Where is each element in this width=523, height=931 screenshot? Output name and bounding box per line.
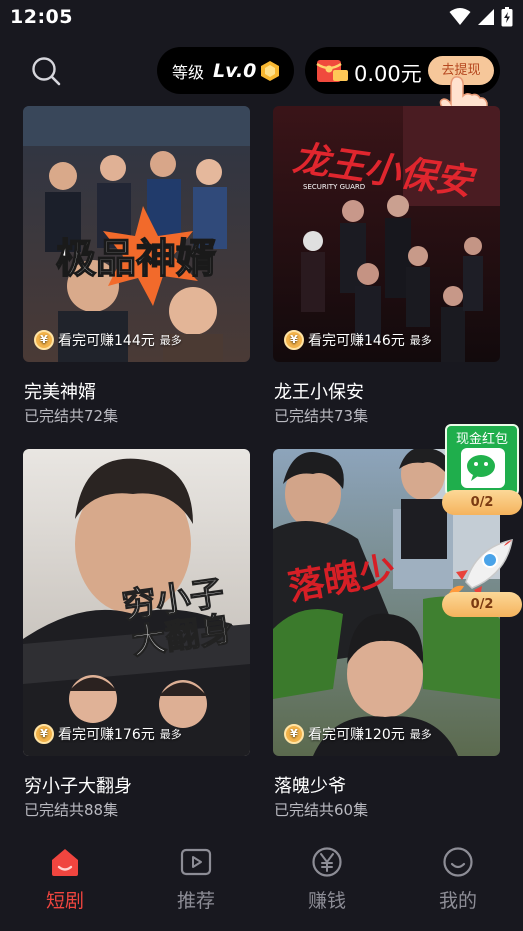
drama-status: 已完结共60集: [274, 801, 369, 819]
nav-item-earn[interactable]: 赚钱: [282, 845, 372, 913]
coin-icon: ¥: [34, 330, 54, 350]
earn-badge: ¥ 看完可赚176元 最多: [34, 723, 182, 745]
drama-card[interactable]: 穷小子 大翻身 ¥ 看完可赚176元 最多 穷小子大翻身 已完结共88集: [23, 449, 250, 819]
search-button[interactable]: [31, 56, 61, 86]
nav-label: 推荐: [176, 890, 215, 912]
earn-badge: ¥ 看完可赚146元 最多: [284, 329, 432, 351]
status-icons: [449, 7, 513, 27]
nav-label: 赚钱: [307, 890, 346, 912]
smile-icon: [443, 847, 473, 877]
bottom-nav: 短剧 推荐 赚钱 我的: [0, 831, 523, 931]
drama-status: 已完结共72集: [24, 407, 119, 425]
wallet-amount: 0.00元: [354, 62, 422, 86]
coin-icon: ¥: [34, 724, 54, 744]
drama-title[interactable]: 完美神婿: [24, 378, 96, 404]
poster-art: 穷小子 大翻身: [23, 449, 250, 756]
drama-card[interactable]: 极品神婿 ¥ 看完可赚144元 最多 完美神婿 已完结共72集: [23, 106, 250, 425]
wifi-icon: [449, 8, 471, 25]
poster-art: 极品神婿: [23, 106, 250, 362]
nav-label: 短剧: [45, 890, 84, 912]
level-badge[interactable]: 等级 Lv.0: [157, 47, 294, 94]
poster-art: 龙王小保安 SECURITY GUARD: [273, 106, 500, 362]
rocket-widget-progress[interactable]: 0/2: [442, 592, 522, 617]
yuan-icon: [312, 847, 342, 877]
drama-poster[interactable]: 龙王小保安 SECURITY GUARD ¥ 看完可赚146元 最多: [273, 106, 500, 362]
drama-poster[interactable]: 穷小子 大翻身 ¥ 看完可赚176元 最多: [23, 449, 250, 756]
home-icon: [52, 849, 78, 876]
hexagon-gem-icon: [261, 60, 280, 81]
coin-icon: ¥: [284, 724, 304, 744]
cash-widget-progress[interactable]: 0/2: [442, 490, 522, 515]
status-bar: 12:05: [0, 0, 523, 38]
signal-icon: [478, 9, 494, 25]
nav-label: 我的: [438, 890, 477, 912]
level-value: Lv.0: [213, 59, 257, 82]
earn-badge: ¥ 看完可赚144元 最多: [34, 329, 182, 351]
search-icon: [32, 57, 61, 86]
drama-title[interactable]: 穷小子大翻身: [24, 772, 132, 798]
coin-icon: ¥: [284, 330, 304, 350]
rocket-icon[interactable]: [446, 538, 518, 598]
poster-title: 极品神婿: [56, 236, 216, 282]
drama-poster[interactable]: 极品神婿 ¥ 看完可赚144元 最多: [23, 106, 250, 362]
earn-text: 看完可赚176元: [58, 727, 155, 743]
level-label: 等级: [172, 62, 205, 82]
nav-item-short-drama[interactable]: 短剧: [20, 845, 110, 913]
red-envelope-icon: [316, 60, 348, 82]
earn-text: 看完可赚120元: [308, 727, 405, 743]
drama-title[interactable]: 龙王小保安: [274, 378, 364, 404]
status-time: 12:05: [10, 6, 73, 28]
drama-status: 已完结共88集: [24, 801, 119, 819]
earn-text: 看完可赚144元: [58, 333, 155, 349]
earn-tag: 最多: [409, 334, 432, 347]
cash-red-packet-widget[interactable]: 现金红包: [445, 424, 519, 496]
drama-status: 已完结共73集: [274, 407, 369, 425]
earn-tag: 最多: [159, 334, 182, 347]
earn-badge: ¥ 看完可赚120元 最多: [284, 723, 432, 745]
wechat-icon: [461, 448, 505, 488]
play-icon: [180, 848, 212, 876]
drama-card[interactable]: 龙王小保安 SECURITY GUARD ¥ 看完可赚146元 最多 龙王小保安…: [273, 106, 500, 425]
nav-item-recommend[interactable]: 推荐: [151, 845, 241, 913]
earn-text: 看完可赚146元: [308, 333, 405, 349]
earn-tag: 最多: [159, 728, 182, 741]
drama-title[interactable]: 落魄少爷: [274, 772, 346, 798]
cash-widget-title: 现金红包: [455, 432, 508, 447]
battery-icon: [501, 7, 513, 27]
earn-tag: 最多: [409, 728, 432, 741]
poster-subtitle: SECURITY GUARD: [303, 183, 365, 191]
nav-item-mine[interactable]: 我的: [413, 845, 503, 913]
